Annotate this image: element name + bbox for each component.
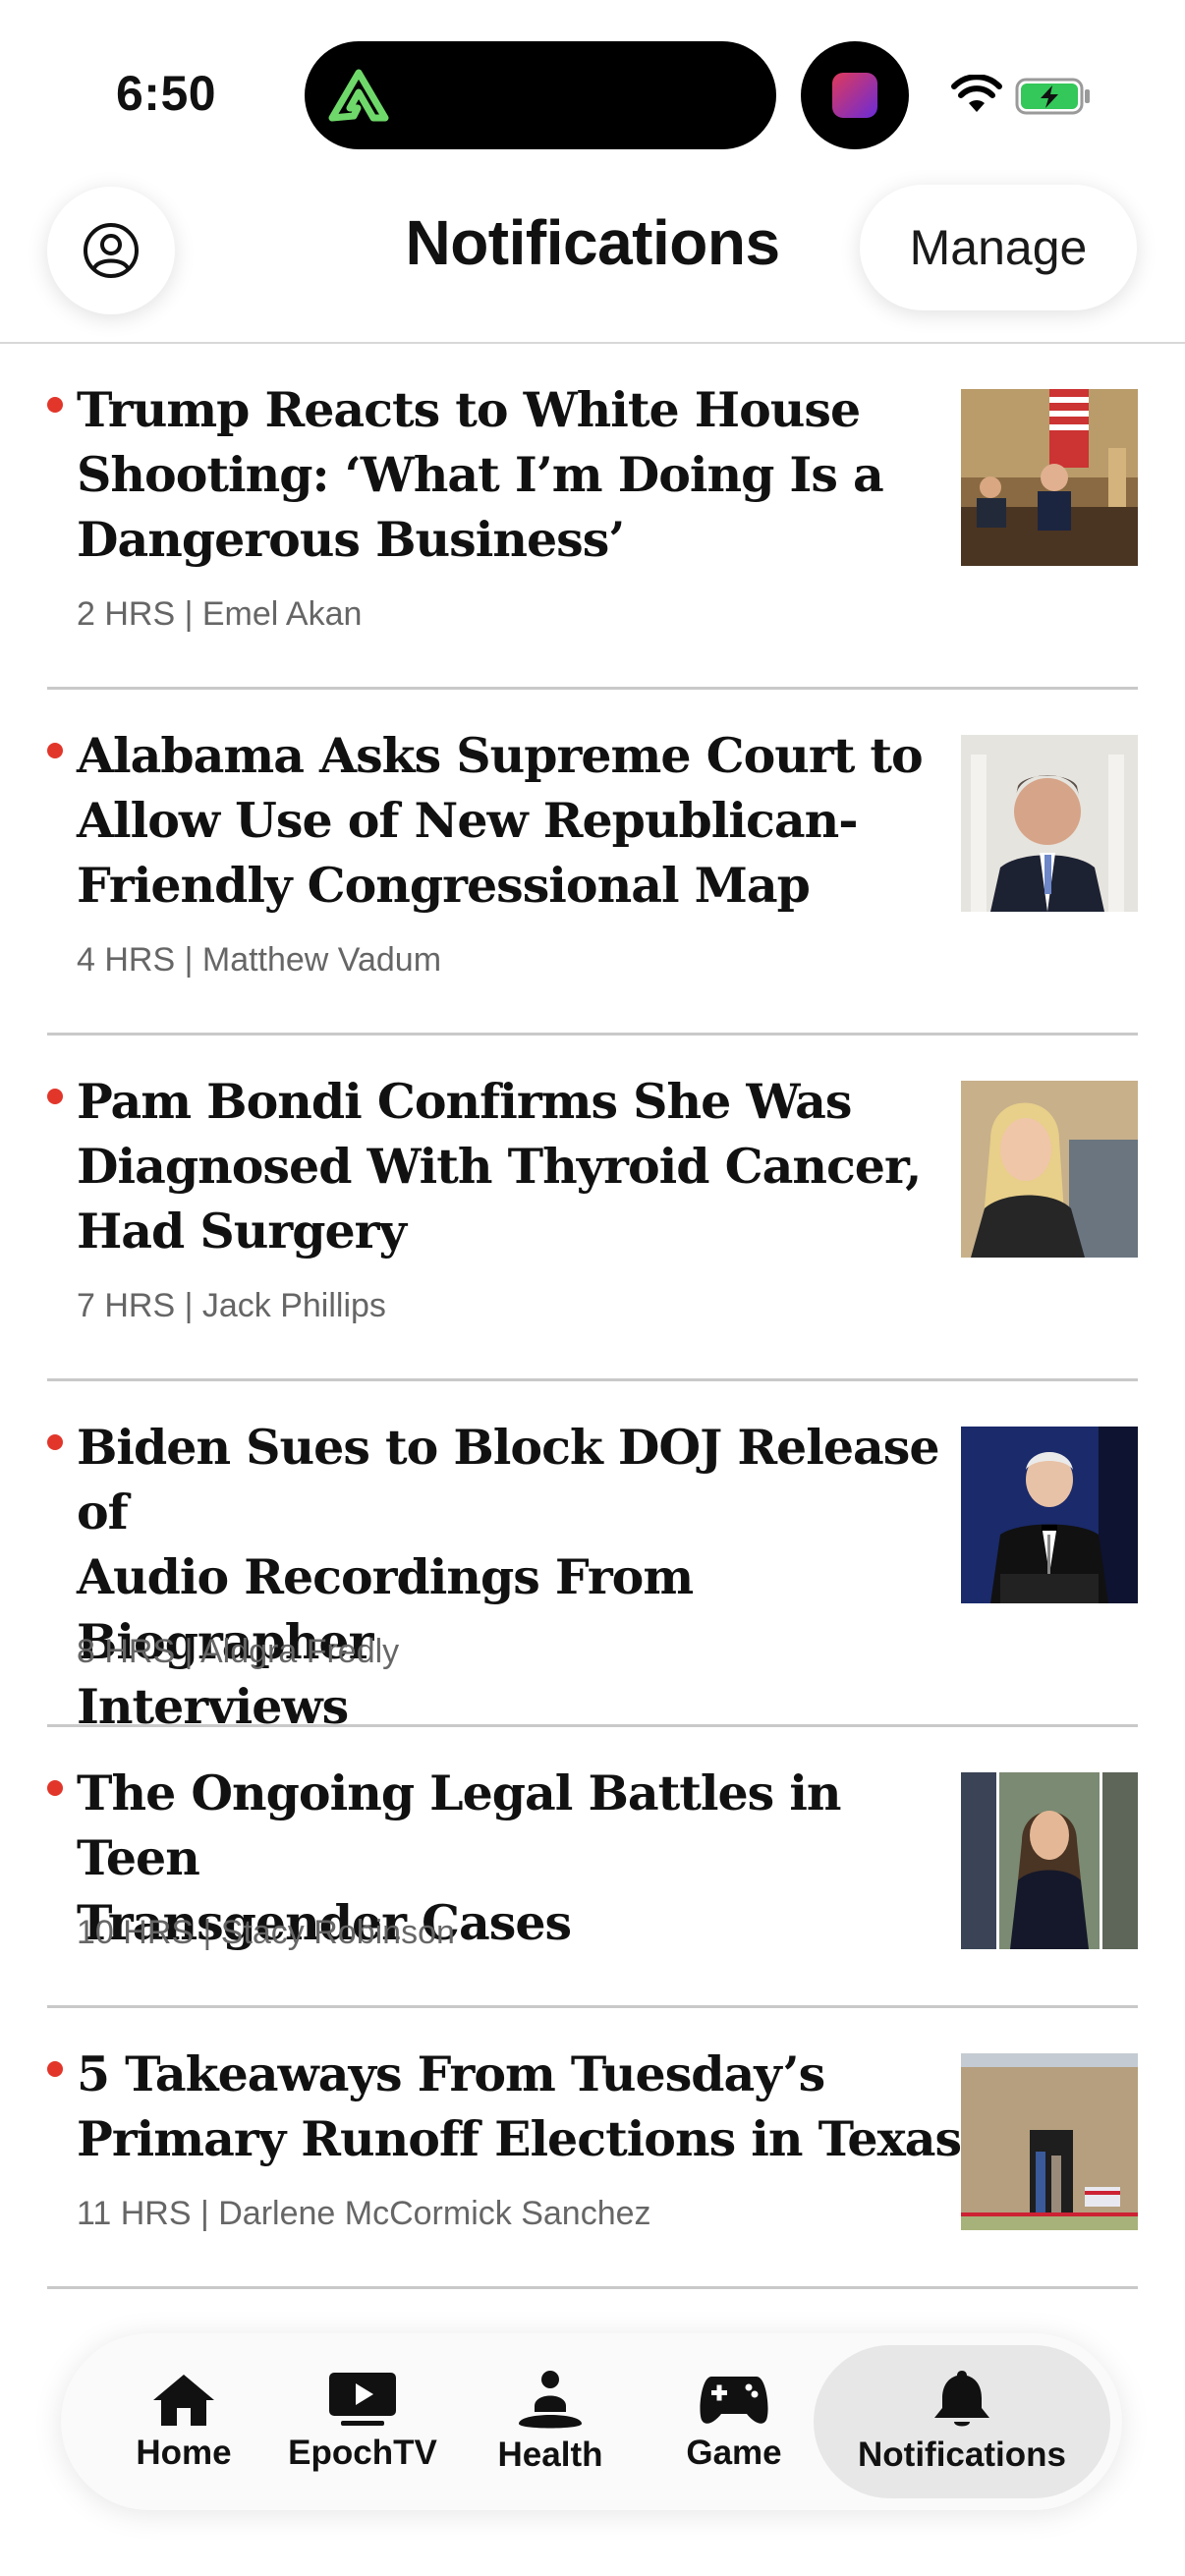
article-thumbnail[interactable]: [961, 1427, 1138, 1603]
notification-meta: 4 HRS | Matthew Vadum: [77, 941, 442, 979]
house-icon: [153, 2375, 214, 2426]
tab-health[interactable]: Health: [481, 2333, 619, 2510]
bell-icon: [934, 2371, 989, 2427]
article-thumbnail[interactable]: [961, 389, 1138, 566]
notification-meta: 8 HRS | Aldgra Fredly: [77, 1633, 400, 1670]
notification-meta: 2 HRS | Emel Akan: [77, 595, 363, 633]
wifi-icon: [951, 75, 1002, 112]
play-screen-icon: [329, 2373, 396, 2426]
status-time: 6:50: [116, 66, 217, 121]
bottom-tab-bar: Home EpochTV Health Game Notifications: [61, 2333, 1122, 2510]
tab-notifications[interactable]: Notifications: [814, 2345, 1110, 2498]
status-bar: 6:50: [0, 0, 1185, 177]
unread-dot: [47, 1434, 63, 1450]
notification-meta: 11 HRS | Darlene McCormick Sanchez: [77, 2195, 651, 2232]
notification-headline[interactable]: 5 Takeaways From Tuesday’s Primary Runof…: [77, 2042, 971, 2171]
dynamic-island: [305, 41, 776, 149]
article-thumbnail[interactable]: [961, 735, 1138, 912]
notification-item[interactable]: The Ongoing Legal Battles in Teen Transg…: [47, 1727, 1138, 2008]
unread-dot: [47, 397, 63, 413]
article-thumbnail[interactable]: [961, 2053, 1138, 2230]
notification-headline[interactable]: Pam Bondi Confirms She Was Diagnosed Wit…: [77, 1069, 971, 1263]
notification-meta: 7 HRS | Jack Phillips: [77, 1287, 386, 1324]
notification-headline[interactable]: Alabama Asks Supreme Court to Allow Use …: [77, 723, 971, 918]
notification-item[interactable]: Biden Sues to Block DOJ Release of Audio…: [47, 1381, 1138, 1735]
notification-headline[interactable]: Trump Reacts to White House Shooting: ‘W…: [77, 377, 971, 572]
battery-charging-icon: [1015, 78, 1090, 115]
unread-dot: [47, 1780, 63, 1796]
mountain-app-icon: [328, 69, 389, 122]
tab-epochtv[interactable]: EpochTV: [288, 2333, 437, 2510]
unread-dot: [47, 1089, 63, 1104]
tab-label: Game: [686, 2434, 782, 2472]
tab-label: Notifications: [858, 2436, 1066, 2474]
tab-label: Health: [497, 2436, 603, 2474]
article-thumbnail[interactable]: [961, 1081, 1138, 1258]
notification-meta: 10 HRS | Stacy Robinson: [77, 1914, 455, 1951]
dynamic-island-secondary: [801, 41, 909, 149]
page-header: Notifications Manage: [0, 177, 1185, 344]
notification-headline[interactable]: Biden Sues to Block DOJ Release of Audio…: [77, 1415, 971, 1739]
unread-dot: [47, 2061, 63, 2077]
notification-list: Trump Reacts to White House Shooting: ‘W…: [47, 344, 1138, 2289]
unread-dot: [47, 743, 63, 758]
gamepad-icon: [700, 2377, 768, 2424]
manage-button[interactable]: Manage: [860, 185, 1137, 310]
app-activity-icon: [832, 73, 877, 118]
notification-item[interactable]: Trump Reacts to White House Shooting: ‘W…: [47, 344, 1138, 690]
tab-label: EpochTV: [288, 2434, 437, 2472]
notification-item[interactable]: Alabama Asks Supreme Court to Allow Use …: [47, 690, 1138, 1036]
tab-home[interactable]: Home: [120, 2333, 248, 2510]
article-thumbnail[interactable]: [961, 1772, 1138, 1949]
tab-game[interactable]: Game: [670, 2333, 798, 2510]
notification-item[interactable]: 5 Takeaways From Tuesday’s Primary Runof…: [47, 2008, 1138, 2289]
tab-label: Home: [136, 2434, 232, 2472]
meditation-icon: [519, 2371, 582, 2429]
notification-item[interactable]: Pam Bondi Confirms She Was Diagnosed Wit…: [47, 1036, 1138, 1381]
